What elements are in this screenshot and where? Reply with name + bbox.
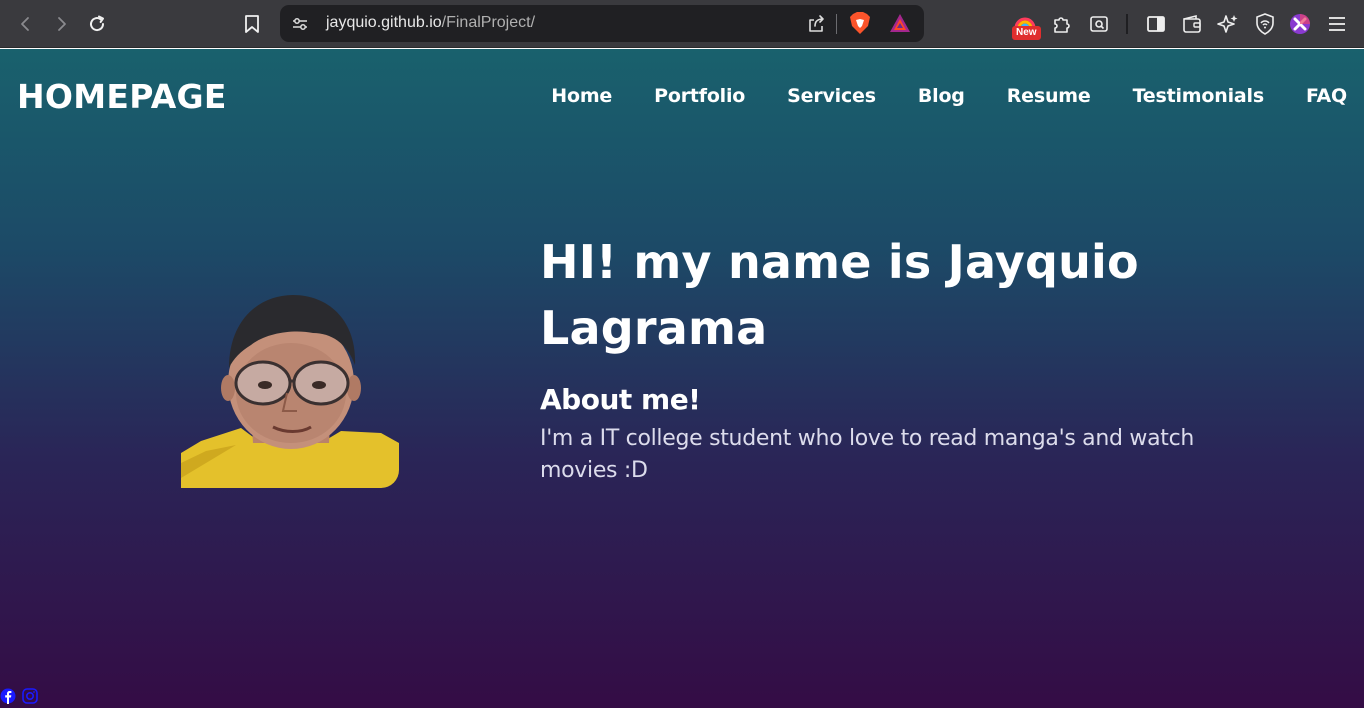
urlbar-separator	[836, 14, 837, 34]
nav-blog[interactable]: Blog	[918, 85, 965, 107]
url-text[interactable]: jayquio.github.io/FinalProject/	[326, 14, 535, 32]
url-host: jayquio.github.io	[326, 14, 442, 31]
about-text: I'm a IT college student who love to rea…	[540, 426, 1195, 483]
site-info-icon[interactable]	[290, 14, 310, 34]
site-brand[interactable]: HOMEPAGE	[17, 77, 227, 116]
menu-icon[interactable]	[1321, 8, 1353, 40]
brave-rewards-icon[interactable]	[888, 11, 912, 35]
brave-shields-icon[interactable]	[848, 11, 872, 35]
nav-resume[interactable]: Resume	[1007, 85, 1091, 107]
hero-title: HI! my name is Jayquio Lagrama	[540, 235, 1139, 355]
nav-services[interactable]: Services	[787, 85, 876, 107]
nav-testimonials[interactable]: Testimonials	[1133, 85, 1265, 107]
ai-icon[interactable]	[1212, 8, 1244, 40]
address-bar[interactable]: jayquio.github.io/FinalProject/	[280, 5, 924, 42]
instagram-icon[interactable]	[22, 688, 38, 704]
wallet-icon[interactable]	[1176, 8, 1208, 40]
extensions-icon[interactable]	[1046, 8, 1078, 40]
reader-mode-icon[interactable]	[1083, 8, 1115, 40]
page-viewport: HOMEPAGE Home Portfolio Services Blog Re…	[0, 49, 1364, 708]
about-heading: About me!	[540, 383, 701, 416]
bookmark-icon[interactable]	[236, 8, 268, 40]
nav-faq[interactable]: FAQ	[1306, 85, 1347, 107]
share-icon[interactable]	[804, 12, 828, 36]
sidebar-icon[interactable]	[1140, 8, 1172, 40]
facebook-icon[interactable]	[0, 688, 16, 704]
profile-photo	[181, 293, 399, 488]
browser-toolbar: jayquio.github.io/FinalProject/ New	[0, 0, 1364, 48]
forward-icon[interactable]	[45, 8, 77, 40]
social-links	[0, 688, 38, 704]
vpn-icon[interactable]	[1249, 8, 1281, 40]
url-path: /FinalProject/	[441, 14, 536, 31]
profile-icon[interactable]	[1284, 8, 1316, 40]
nav-home[interactable]: Home	[551, 85, 612, 107]
reload-icon[interactable]	[81, 8, 113, 40]
top-nav: Home Portfolio Services Blog Resume Test…	[509, 85, 1347, 107]
back-icon[interactable]	[10, 8, 42, 40]
toolbar-separator	[1126, 14, 1128, 34]
nav-portfolio[interactable]: Portfolio	[654, 85, 745, 107]
new-badge: New	[1012, 26, 1041, 40]
